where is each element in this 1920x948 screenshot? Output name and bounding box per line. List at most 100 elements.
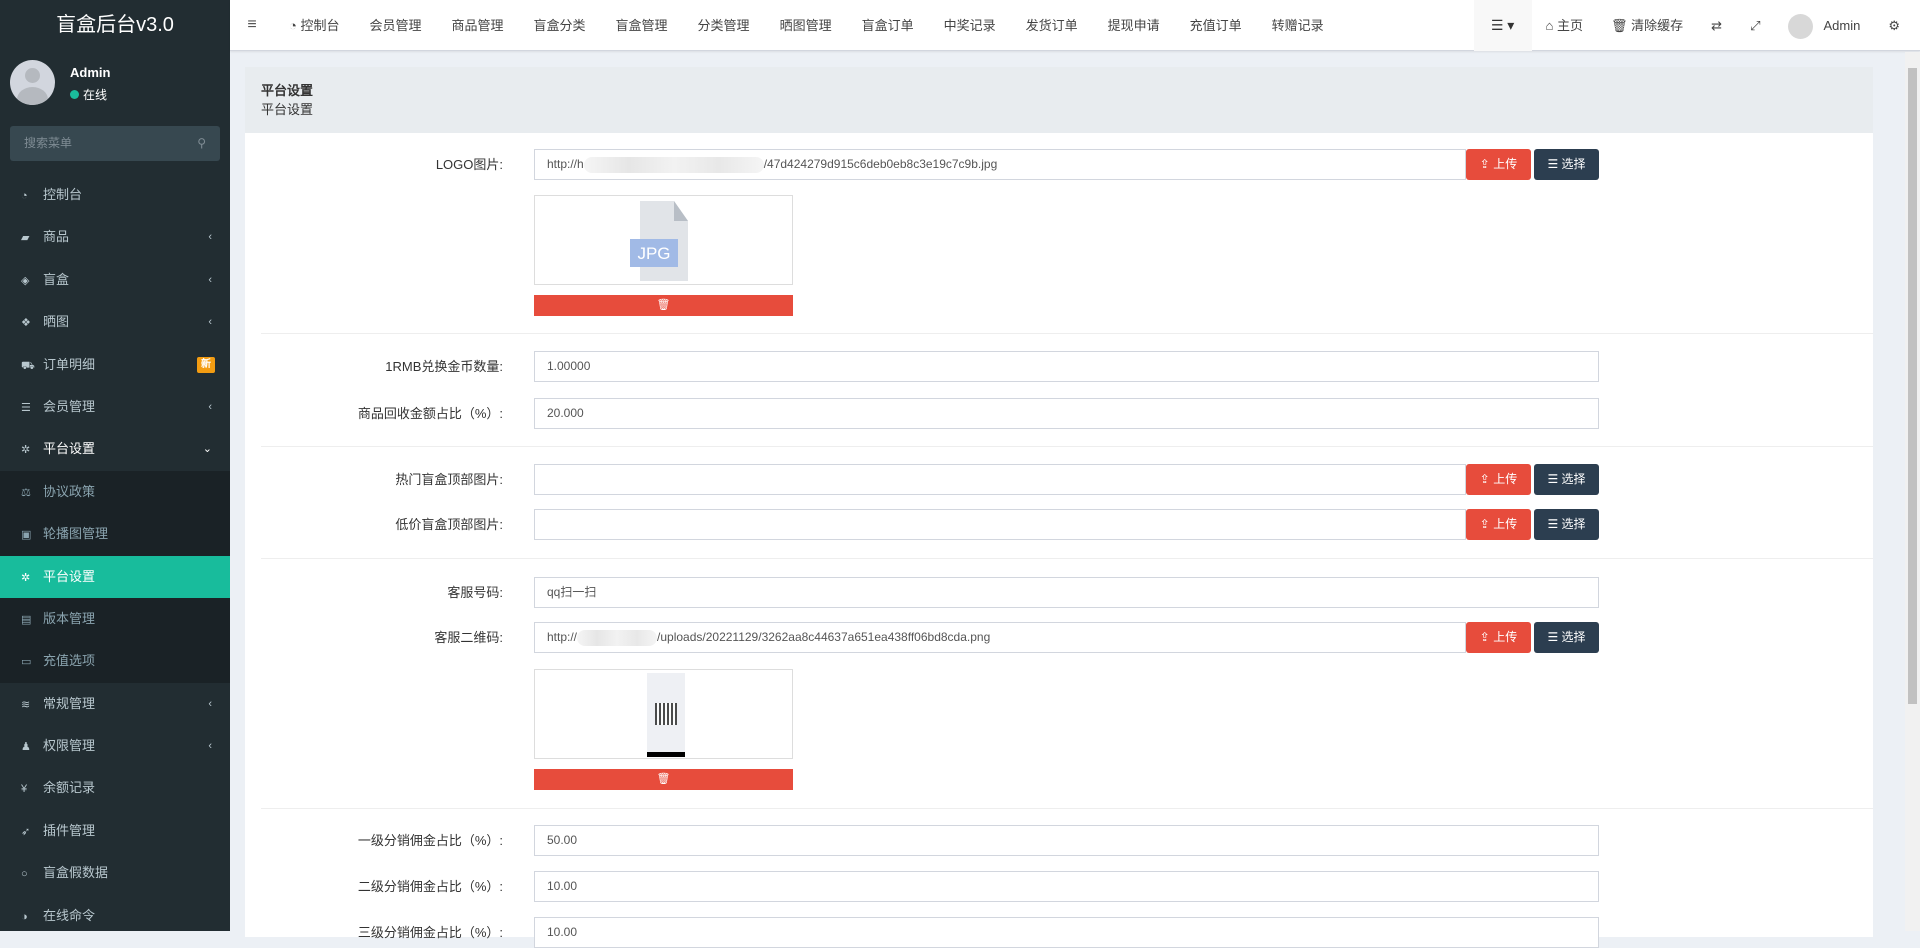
- panel-heading: 平台设置 平台设置: [245, 67, 1873, 133]
- sidebar-item[interactable]: ❖ 晒图 ‹: [0, 301, 230, 343]
- menu-search-input[interactable]: 搜索菜单 ⚲: [10, 126, 220, 161]
- user-name: Admin: [70, 65, 111, 80]
- recycle-ratio-input[interactable]: 20.000: [534, 398, 1599, 429]
- nav-tab[interactable]: 转赠记录: [1257, 0, 1339, 51]
- service-no-label: 客服号码:: [447, 585, 503, 600]
- sidebar-item[interactable]: ✲ 平台设置: [0, 555, 230, 598]
- cheap-img-upload-button[interactable]: ⇪ 上传: [1466, 509, 1531, 540]
- sidebar-item[interactable]: ◔ 控制台: [0, 174, 230, 216]
- logo-upload-button[interactable]: ⇪ 上传: [1466, 149, 1531, 180]
- rmb-label: 1RMB兑换金币数量:: [385, 359, 503, 374]
- sidebar-item[interactable]: ¥ 余额记录: [0, 767, 230, 809]
- nav-tab[interactable]: 分类管理: [683, 0, 765, 51]
- level1-ratio-input[interactable]: 50.00: [534, 825, 1599, 856]
- home-link[interactable]: ⌂ 主页: [1532, 0, 1597, 51]
- logo-url-input[interactable]: http://h/47d424279d915c6deb0eb8c3e19c7c9…: [534, 149, 1466, 180]
- divider: [261, 808, 1873, 809]
- level2-ratio-input[interactable]: 10.00: [534, 871, 1599, 902]
- dashboard-icon: ◔: [289, 17, 301, 33]
- service-qr-label: 客服二维码:: [434, 630, 503, 645]
- level1-row: 一级分销佣金占比（%）: 50.00: [245, 825, 1873, 856]
- sidebar-item[interactable]: ▣ 轮播图管理: [0, 513, 230, 556]
- service-qr-preview[interactable]: [534, 669, 793, 759]
- service-qr-url-input[interactable]: http:///uploads/20221129/3262aa8c44637a6…: [534, 622, 1466, 653]
- cheap-img-select-button[interactable]: ☰ 选择: [1534, 509, 1599, 540]
- hot-img-input[interactable]: [534, 464, 1466, 495]
- scrollbar-thumb[interactable]: [1908, 68, 1917, 704]
- nav-tab[interactable]: 会员管理: [354, 0, 436, 51]
- navbar-right: ☰ ▾ ⌂ 主页 🗑 清除缓存 ⇄ ⤢ Admin ⚙: [1473, 0, 1920, 51]
- nav-tab[interactable]: ◔ 控制台: [274, 0, 354, 51]
- service-qr-delete-button[interactable]: 🗑: [534, 769, 793, 790]
- search-icon[interactable]: ⚲: [197, 126, 206, 161]
- service-qr-select-button[interactable]: ☰ 选择: [1534, 622, 1599, 653]
- gear-icon: ✲: [21, 571, 31, 584]
- level2-row: 二级分销佣金占比（%）: 10.00: [245, 871, 1873, 902]
- level3-label: 三级分销佣金占比（%）:: [357, 925, 503, 940]
- nav-tab[interactable]: 商品管理: [437, 0, 519, 51]
- trash-icon: 🗑: [656, 299, 671, 311]
- nav-tab[interactable]: 盲盒管理: [601, 0, 683, 51]
- sidebar-item[interactable]: ▤ 版本管理: [0, 597, 230, 641]
- nav-tab[interactable]: 充值订单: [1175, 0, 1257, 51]
- level2-label: 二级分销佣金占比（%）:: [357, 879, 503, 894]
- dashboard-icon: ◔: [21, 190, 28, 202]
- sidebar-item[interactable]: ✲ 平台设置 ⌄: [0, 428, 230, 470]
- rocket-icon: ➶: [21, 825, 31, 838]
- page-scrollbar[interactable]: [1905, 52, 1920, 931]
- service-no-input[interactable]: qq扫一扫: [534, 577, 1599, 608]
- nav-tab[interactable]: 中奖记录: [929, 0, 1011, 51]
- brand-logo[interactable]: 盲盒后台v3.0: [0, 0, 230, 51]
- sidebar-toggle-icon[interactable]: ≡: [230, 16, 274, 34]
- sidebar-item[interactable]: ⛟ 订单明细 新: [0, 344, 230, 386]
- language-icon[interactable]: ⇄: [1697, 0, 1736, 51]
- nav-tab[interactable]: 晒图管理: [765, 0, 847, 51]
- settings-gears-icon[interactable]: ⚙: [1874, 0, 1920, 51]
- sidebar-item-label: 插件管理: [43, 822, 96, 838]
- adjust-icon: ◑: [21, 910, 28, 923]
- service-qr-upload-button[interactable]: ⇪ 上传: [1466, 622, 1531, 653]
- nav-tab[interactable]: 发货订单: [1011, 0, 1093, 51]
- sidebar-item-label: 盲盒假数据: [43, 865, 109, 881]
- shopping-bag-icon: ▰: [21, 232, 30, 245]
- sidebar: 盲盒后台v3.0 Admin 在线 搜索菜单 ⚲ ◔ 控制台 ▰ 商品 ‹ ◈ 盲盒 ‹ ❖ 晒图 ‹…: [0, 0, 230, 931]
- nav-tab[interactable]: 盲盒订单: [847, 0, 929, 51]
- admin-user-menu[interactable]: Admin: [1774, 0, 1874, 51]
- hot-img-label: 热门盲盒顶部图片:: [395, 472, 503, 487]
- sidebar-item-label: 商品: [43, 229, 70, 245]
- sidebar-item[interactable]: ○ 盲盒假数据: [0, 852, 230, 894]
- sidebar-item[interactable]: ⚖ 协议政策: [0, 470, 230, 514]
- chevron-left-icon: ‹: [208, 400, 212, 413]
- sidebar-item-label: 在线命令: [43, 907, 96, 923]
- trash-icon: 🗑: [656, 773, 671, 785]
- chevron-left-icon: ‹: [208, 740, 212, 753]
- logo-row: LOGO图片: http://h/47d424279d915c6deb0eb8c…: [245, 149, 1873, 180]
- nav-tab[interactable]: 提现申请: [1093, 0, 1175, 51]
- cube-icon: ◈: [21, 274, 30, 287]
- rmb-coin-input[interactable]: 1.00000: [534, 351, 1599, 382]
- logo-label: LOGO图片:: [435, 157, 503, 172]
- sidebar-item[interactable]: ➶ 插件管理: [0, 810, 230, 852]
- sidebar-item[interactable]: ▰ 商品 ‹: [0, 216, 230, 258]
- logo-preview[interactable]: JPG: [534, 195, 793, 285]
- clear-cache-button[interactable]: 🗑 清除缓存: [1597, 0, 1697, 51]
- logo-delete-button[interactable]: 🗑: [534, 295, 793, 316]
- sidebar-item[interactable]: ≋ 常规管理 ‹: [0, 683, 230, 725]
- hot-img-select-button[interactable]: ☰ 选择: [1534, 464, 1599, 495]
- level3-ratio-input[interactable]: 10.00: [534, 917, 1599, 948]
- sidebar-item-label: 控制台: [43, 187, 83, 202]
- fullscreen-icon[interactable]: ⤢: [1736, 0, 1774, 51]
- tabs-dropdown-button[interactable]: ☰ ▾: [1473, 0, 1532, 51]
- sidebar-item-label: 晒图: [43, 314, 70, 330]
- users-icon: ♟: [21, 741, 31, 754]
- online-dot-icon: [70, 90, 79, 99]
- hot-img-upload-button[interactable]: ⇪ 上传: [1466, 464, 1531, 495]
- sidebar-item[interactable]: ♟ 权限管理 ‹: [0, 725, 230, 767]
- sidebar-item[interactable]: ◈ 盲盒 ‹: [0, 259, 230, 301]
- cheap-img-input[interactable]: [534, 509, 1466, 540]
- sidebar-item[interactable]: ☰ 会员管理 ‹: [0, 386, 230, 428]
- image-icon: ▣: [21, 529, 32, 542]
- nav-tab[interactable]: 盲盒分类: [519, 0, 601, 51]
- sidebar-item[interactable]: ▭ 充值选项: [0, 640, 230, 683]
- logo-select-button[interactable]: ☰ 选择: [1534, 149, 1599, 180]
